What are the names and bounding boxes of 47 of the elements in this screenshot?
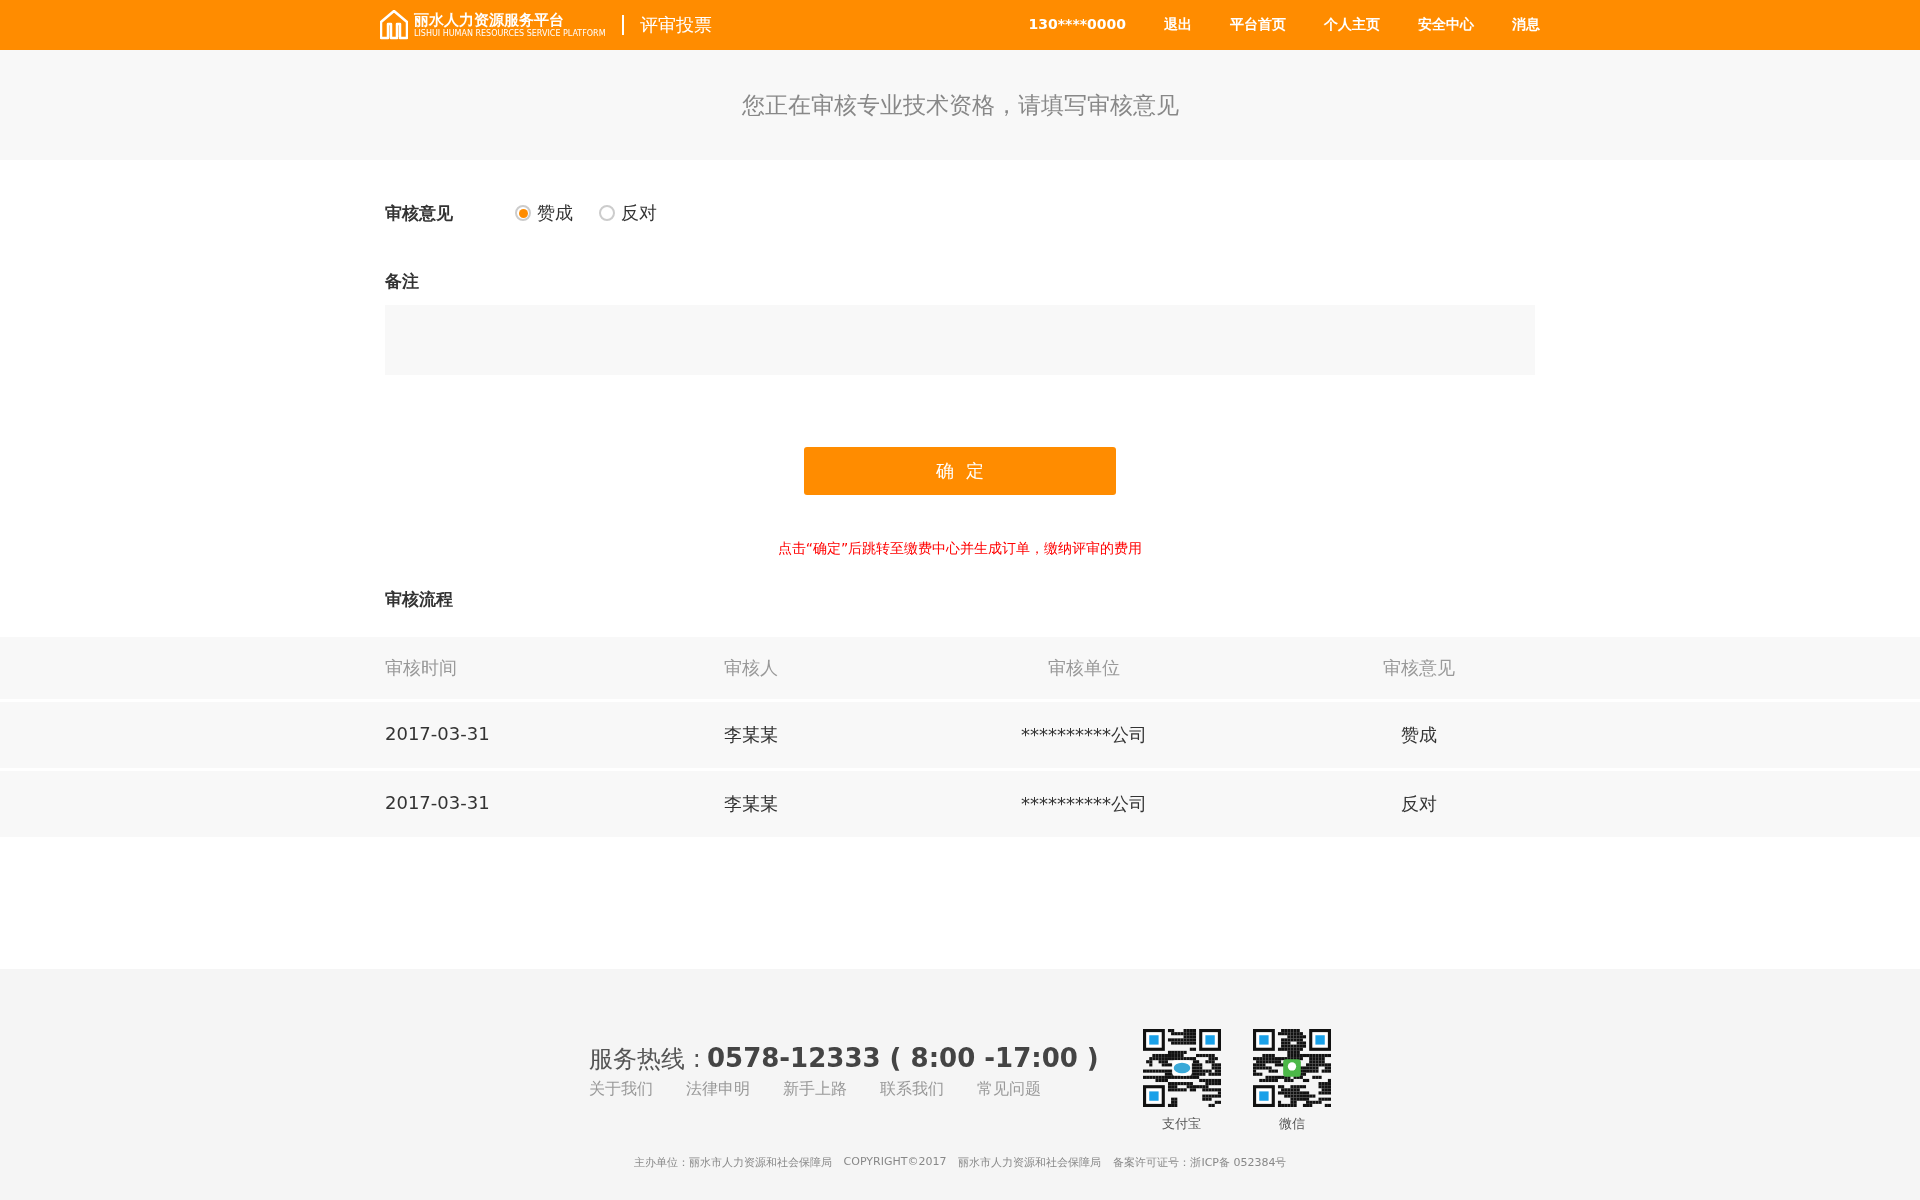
legal-text: COPYRIGHT©2017 bbox=[843, 1155, 947, 1170]
qr-label: 微信 bbox=[1278, 1115, 1305, 1133]
table-cell-text: 赞成 bbox=[1400, 723, 1438, 747]
section-title: 评审投票 bbox=[639, 13, 712, 37]
table-cell-text: **********公司 bbox=[1020, 723, 1148, 747]
hotline-number: 0578-12333 ( 8:00 -17:00 ) bbox=[706, 1043, 1099, 1073]
legal-text: 主办单位：丽水市人力资源和社会保障局 bbox=[633, 1155, 832, 1170]
logo-title: 丽水人力资源服务平台 bbox=[414, 12, 565, 29]
footer-link[interactable]: 联系我们 bbox=[880, 1079, 945, 1100]
field-label: 备注 bbox=[385, 270, 420, 293]
radio-circle-icon[interactable] bbox=[599, 205, 615, 221]
column-header: 审核时间 bbox=[385, 656, 458, 680]
column-header: 审核单位 bbox=[1047, 656, 1121, 680]
table-cell-text: 反对 bbox=[1400, 792, 1438, 816]
column-header: 审核意见 bbox=[1382, 656, 1456, 680]
notice-text: 点击“确定”后跳转至缴费中心并生成订单，缴纳评审的费用 bbox=[776, 540, 1144, 558]
qr-code-icon bbox=[1252, 1029, 1331, 1107]
footer-link[interactable]: 新手上路 bbox=[783, 1079, 848, 1100]
table-cell-text: 李某某 bbox=[724, 792, 779, 816]
qr-code-icon bbox=[1142, 1029, 1221, 1107]
radio-circle-icon[interactable] bbox=[515, 205, 531, 221]
page-title: 您正在审核专业技术资格，请填写审核意见 bbox=[741, 90, 1179, 120]
table-cell-text: 2017-03-31 bbox=[385, 792, 491, 815]
nav-link[interactable]: 安全中心 bbox=[1418, 16, 1474, 34]
nav-link[interactable]: 平台首页 bbox=[1230, 16, 1286, 34]
table-cell-text: 李某某 bbox=[724, 723, 779, 747]
column-header: 审核人 bbox=[724, 656, 779, 680]
footer-link[interactable]: 关于我们 bbox=[589, 1079, 654, 1100]
field-label: 审核意见 bbox=[385, 201, 454, 225]
footer-link[interactable]: 法律申明 bbox=[686, 1079, 751, 1100]
radio-option[interactable]: 反对 bbox=[599, 201, 657, 225]
logo-subtitle: LISHUI HUMAN RESOURCES SERVICE PLATFORM bbox=[414, 29, 606, 38]
nav-link[interactable]: 个人主页 bbox=[1324, 16, 1380, 34]
table-cell-text: 2017-03-31 bbox=[385, 723, 491, 746]
footer-link[interactable]: 常见问题 bbox=[977, 1079, 1042, 1100]
legal-text: 丽水市人力资源和社会保障局 bbox=[958, 1155, 1102, 1170]
table-cell-text: **********公司 bbox=[1020, 792, 1148, 816]
radio-option[interactable]: 赞成 bbox=[515, 201, 573, 225]
nav-link[interactable]: 消息 bbox=[1512, 16, 1540, 34]
legal-text: 备案许可证号：浙ICP备 052384号 bbox=[1113, 1155, 1287, 1170]
nav-link[interactable]: 退出 bbox=[1164, 16, 1192, 34]
qr-label: 支付宝 bbox=[1162, 1115, 1202, 1133]
section-heading: 审核流程 bbox=[385, 588, 454, 611]
house-logo-icon bbox=[380, 10, 408, 40]
confirm-button[interactable]: 确 定 bbox=[804, 447, 1116, 495]
nav-link[interactable]: 130****0000 bbox=[1028, 16, 1126, 34]
hotline-label: 服务热线 : bbox=[589, 1044, 701, 1075]
